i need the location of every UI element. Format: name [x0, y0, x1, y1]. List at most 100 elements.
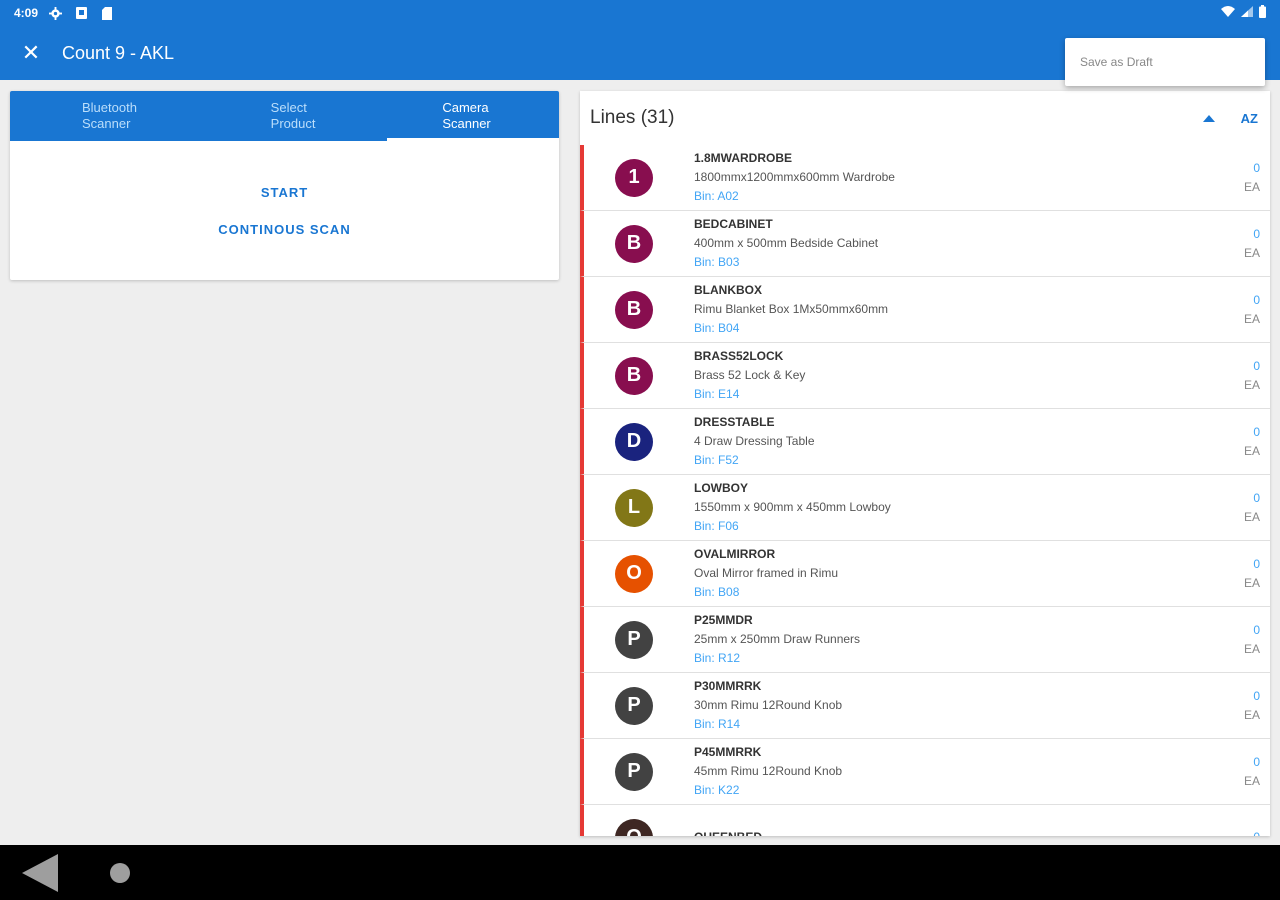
start-button[interactable]: START — [261, 185, 308, 200]
tab-bluetooth-scanner[interactable]: Bluetooth Scanner — [10, 91, 199, 141]
quantity-unit: EA — [1243, 311, 1260, 326]
product-code: P30MMRRK — [694, 679, 762, 693]
product-description: 1550mm x 900mm x 450mm Lowboy — [694, 500, 891, 514]
product-code: DRESSTABLE — [694, 415, 775, 429]
bin-location: Bin: B03 — [694, 255, 740, 269]
home-icon[interactable] — [110, 863, 130, 883]
collapse-arrow-icon[interactable] — [1202, 114, 1215, 122]
status-time: 4:09 — [14, 6, 39, 20]
battery-icon — [1259, 5, 1266, 21]
product-code: BLANKBOX — [694, 283, 762, 297]
quantity-value: 0 — [1253, 688, 1260, 703]
bin-location: Bin: E14 — [694, 387, 740, 401]
product-avatar: O — [615, 554, 653, 593]
line-row[interactable]: B BLANKBOX Rimu Blanket Box 1Mx50mmx60mm… — [580, 277, 1270, 343]
product-avatar: D — [615, 422, 653, 461]
quantity-unit: EA — [1243, 641, 1260, 656]
sort-az-icon[interactable]: AZ — [1241, 111, 1258, 126]
product-description: Oval Mirror framed in Rimu — [694, 566, 839, 580]
line-row[interactable]: 1 1.8MWARDROBE 1800mmx1200mmx600mm Wardr… — [580, 145, 1270, 211]
status-bar: 4:09 — [0, 0, 1280, 26]
tab-select-product[interactable]: Select Product — [199, 91, 388, 141]
product-code: QUEENBED — [694, 828, 1230, 836]
product-description: 30mm Rimu 12Round Knob — [694, 698, 843, 712]
line-quantity: 0 EA — [1230, 159, 1270, 197]
line-info: BEDCABINET 400mm x 500mm Bedside Cabinet… — [694, 215, 1230, 272]
tab-camera-scanner[interactable]: Camera Scanner — [387, 91, 559, 141]
line-row[interactable]: L LOWBOY 1550mm x 900mm x 450mm Lowboy B… — [580, 475, 1270, 541]
close-icon[interactable]: ✕ — [0, 26, 62, 80]
product-avatar: B — [615, 290, 653, 329]
quantity-value: 0 — [1253, 358, 1260, 373]
quantity-value: 0 — [1253, 622, 1260, 637]
line-info: P45MMRRK 45mm Rimu 12Round Knob Bin: K22 — [694, 743, 1230, 800]
lines-panel: Lines (31) AZ 1 1.8MWARDROBE 1800mmx1200… — [580, 91, 1270, 836]
product-code: BEDCABINET — [694, 217, 773, 231]
line-info: P25MMDR 25mm x 250mm Draw Runners Bin: R… — [694, 611, 1230, 668]
product-description: 400mm x 500mm Bedside Cabinet — [694, 236, 879, 250]
quantity-unit: EA — [1243, 179, 1260, 194]
line-quantity: 0 — [1230, 828, 1270, 836]
quantity-unit: EA — [1243, 377, 1260, 392]
page-title: Count 9 - AKL — [62, 42, 175, 63]
product-code: BRASS52LOCK — [694, 349, 784, 363]
back-icon[interactable] — [22, 854, 58, 892]
line-info: P30MMRRK 30mm Rimu 12Round Knob Bin: R14 — [694, 677, 1230, 734]
quantity-unit: EA — [1243, 707, 1260, 722]
notification-icon — [74, 6, 88, 20]
product-code: P25MMDR — [694, 613, 753, 627]
tab-label: Scanner — [82, 116, 131, 131]
bin-location: Bin: B04 — [694, 321, 740, 335]
continuous-scan-button[interactable]: CONTINOUS SCAN — [218, 222, 350, 237]
line-quantity: 0 EA — [1230, 291, 1270, 329]
product-code: 1.8MWARDROBE — [694, 151, 793, 165]
line-quantity: 0 EA — [1230, 489, 1270, 527]
lines-header: Lines (31) AZ — [580, 91, 1270, 145]
line-row[interactable]: B BRASS52LOCK Brass 52 Lock & Key Bin: E… — [580, 343, 1270, 409]
signal-icon — [1241, 6, 1253, 20]
line-info: BRASS52LOCK Brass 52 Lock & Key Bin: E14 — [694, 347, 1230, 404]
product-avatar: P — [615, 686, 653, 725]
product-description: 25mm x 250mm Draw Runners — [694, 632, 861, 646]
line-info: 1.8MWARDROBE 1800mmx1200mmx600mm Wardrob… — [694, 149, 1230, 206]
line-row[interactable]: Q QUEENBED 0 — [580, 805, 1270, 836]
line-info: BLANKBOX Rimu Blanket Box 1Mx50mmx60mm B… — [694, 281, 1230, 338]
lines-title: Lines (31) — [590, 107, 675, 128]
line-info: OVALMIRROR Oval Mirror framed in Rimu Bi… — [694, 545, 1230, 602]
product-avatar: P — [615, 620, 653, 659]
quantity-value: 0 — [1253, 490, 1260, 505]
bin-location: Bin: F52 — [694, 453, 739, 467]
line-row[interactable]: O OVALMIRROR Oval Mirror framed in Rimu … — [580, 541, 1270, 607]
sd-card-icon — [100, 6, 114, 20]
navigation-bar — [0, 845, 1280, 900]
product-avatar: L — [615, 488, 653, 527]
line-row[interactable]: P P45MMRRK 45mm Rimu 12Round Knob Bin: K… — [580, 739, 1270, 805]
product-code: LOWBOY — [694, 481, 748, 495]
save-draft-menu-item[interactable]: Save as Draft — [1065, 38, 1265, 86]
quantity-unit: EA — [1243, 509, 1260, 524]
lines-list: 1 1.8MWARDROBE 1800mmx1200mmx600mm Wardr… — [580, 145, 1270, 836]
scanner-tabs: Bluetooth Scanner Select Product Camera … — [10, 91, 559, 141]
line-row[interactable]: D DRESSTABLE 4 Draw Dressing Table Bin: … — [580, 409, 1270, 475]
line-quantity: 0 EA — [1230, 687, 1270, 725]
tab-label: Product — [270, 116, 316, 131]
line-row[interactable]: B BEDCABINET 400mm x 500mm Bedside Cabin… — [580, 211, 1270, 277]
tab-label: Bluetooth — [82, 100, 137, 115]
product-avatar: B — [615, 224, 653, 263]
settings-icon — [48, 6, 62, 20]
quantity-value: 0 — [1253, 226, 1260, 241]
quantity-value: 0 — [1253, 292, 1260, 307]
bin-location: Bin: K22 — [694, 783, 740, 797]
line-info: DRESSTABLE 4 Draw Dressing Table Bin: F5… — [694, 413, 1230, 470]
line-row[interactable]: P P25MMDR 25mm x 250mm Draw Runners Bin:… — [580, 607, 1270, 673]
wifi-icon — [1221, 6, 1235, 20]
tab-label: Scanner — [442, 116, 491, 131]
product-description: Brass 52 Lock & Key — [694, 368, 806, 382]
line-row[interactable]: P P30MMRRK 30mm Rimu 12Round Knob Bin: R… — [580, 673, 1270, 739]
tab-label: Camera — [442, 100, 489, 115]
bin-location: Bin: R12 — [694, 651, 741, 665]
line-quantity: 0 EA — [1230, 225, 1270, 263]
line-quantity: 0 EA — [1230, 357, 1270, 395]
product-description: 45mm Rimu 12Round Knob — [694, 764, 843, 778]
product-description: Rimu Blanket Box 1Mx50mmx60mm — [694, 302, 889, 316]
